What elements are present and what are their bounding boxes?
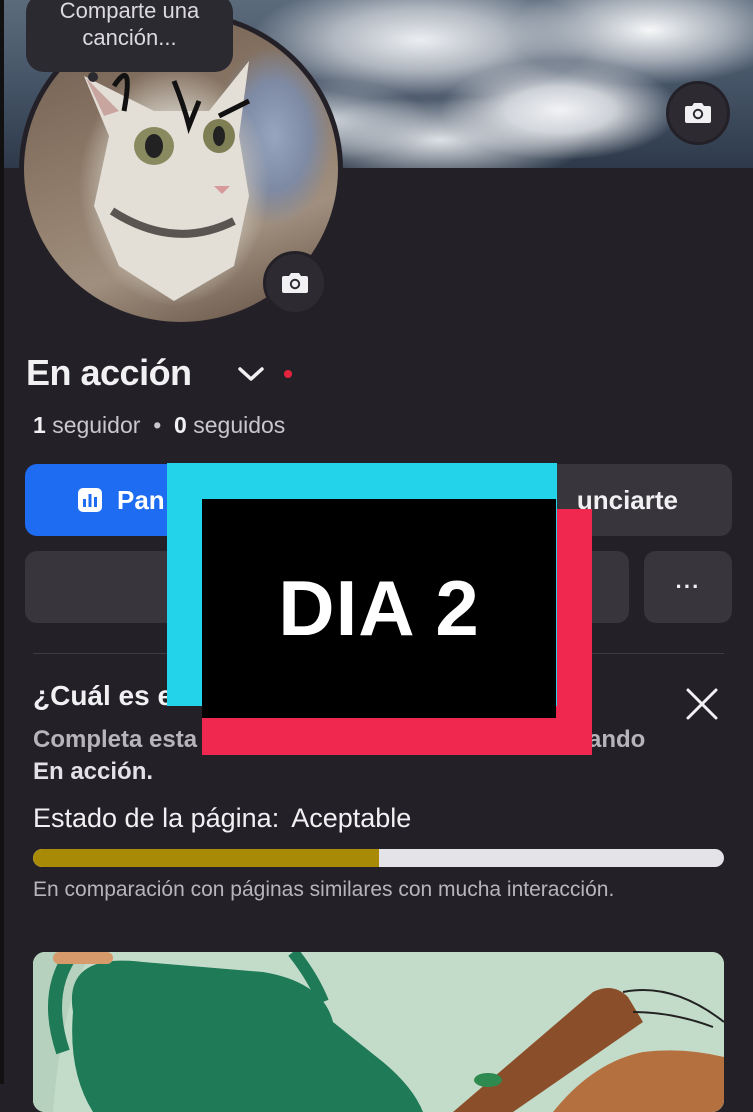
health-value: Aceptable [291, 803, 412, 833]
follow-stats: 1 seguidor • 0 seguidos [33, 412, 285, 439]
day-sticker: DIA 2 [167, 463, 592, 755]
sticker-label: DIA 2 [202, 499, 556, 718]
camera-icon [685, 103, 711, 123]
edit-profile-picture-button[interactable] [263, 251, 327, 315]
bar-chart-icon [78, 488, 102, 512]
camera-icon [282, 273, 308, 293]
tooltip-text: Comparte una canción... [59, 0, 200, 50]
health-progress-bar [33, 849, 724, 867]
more-icon: ··· [675, 574, 701, 599]
edit-cover-button[interactable] [666, 81, 730, 145]
tooltip-pointer [88, 72, 98, 82]
illustration-art [33, 952, 724, 1112]
following-label[interactable]: seguidos [193, 412, 285, 438]
song-tooltip[interactable]: Comparte una canción... [26, 0, 233, 72]
stats-separator: • [153, 412, 162, 438]
primary-button-label: Pan [117, 484, 165, 515]
close-icon[interactable] [683, 685, 721, 723]
page-health: Estado de la página: Aceptable [33, 803, 411, 834]
chevron-down-icon[interactable] [236, 364, 266, 384]
card-page-name: En acción. [33, 758, 154, 785]
watering-can-illustration [33, 952, 724, 1112]
following-count: 0 [174, 412, 187, 438]
followers-count: 1 [33, 412, 46, 438]
health-progress-fill [33, 849, 379, 867]
page-title: En acción [26, 352, 192, 393]
card-body-end: ando [588, 726, 646, 753]
comparison-text: En comparación con páginas similares con… [33, 878, 615, 901]
health-label: Estado de la página: [33, 803, 280, 833]
card-title: ¿Cuál es e [33, 680, 174, 711]
followers-label[interactable]: seguidor [52, 412, 140, 438]
notification-dot [284, 370, 292, 378]
more-options-button[interactable]: ··· [644, 551, 732, 623]
secondary-button-label: unciarte [576, 484, 678, 515]
screen-edge [0, 0, 4, 1084]
